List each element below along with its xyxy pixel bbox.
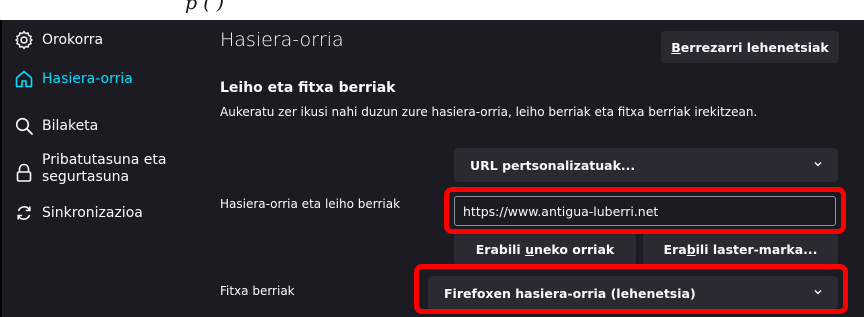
button-label: neko orriak: [533, 241, 615, 257]
sync-icon: [12, 201, 36, 225]
home-icon: [12, 67, 36, 91]
gear-icon: [12, 28, 36, 52]
preferences-window: Orokorra Hasiera-orria Bilaketa Pribatut…: [0, 20, 864, 317]
select-value: Firefoxen hasiera-orria (lehenetsia): [444, 285, 696, 301]
access-key: u: [525, 241, 534, 257]
homepage-mode-select[interactable]: URL pertsonalizatuak...: [454, 148, 838, 182]
top-strip-text: p ( ): [185, 0, 225, 14]
sidebar-item-label: Hasiera-orria: [42, 70, 133, 87]
button-label: errezarri lehenetsiak: [680, 39, 829, 55]
use-bookmark-button[interactable]: Erabili laster-marka...: [643, 233, 838, 265]
top-strip: p ( ): [0, 0, 864, 20]
homepage-label: Hasiera-orria eta leiho berriak: [220, 197, 401, 211]
page-title: Hasiera-orria: [220, 29, 344, 51]
sidebar-item-sync[interactable]: Sinkronizazioa: [12, 201, 143, 225]
restore-defaults-button[interactable]: Berrezarri lehenetsiak: [661, 31, 839, 63]
chevron-down-icon: [814, 162, 822, 167]
button-label: Era: [663, 241, 687, 257]
section-title: Leiho eta fitxa berriak: [220, 80, 396, 96]
section-description: Aukeratu zer ikusi nahi duzun zure hasie…: [220, 105, 758, 119]
chevron-down-icon: [814, 290, 822, 295]
sidebar-item-label: Orokorra: [42, 31, 104, 48]
sidebar-item-label: Sinkronizazioa: [42, 204, 143, 221]
homepage-url-input[interactable]: [454, 196, 836, 226]
sidebar-item-home[interactable]: Hasiera-orria: [12, 67, 133, 91]
button-label: ili laster-marka...: [695, 241, 818, 257]
sidebar-item-general[interactable]: Orokorra: [12, 28, 103, 52]
button-label: Erabili: [475, 241, 526, 257]
access-key: B: [671, 39, 681, 55]
sidebar: Orokorra Hasiera-orria Bilaketa Pribatut…: [2, 20, 192, 317]
use-current-pages-button[interactable]: Erabili uneko orriak: [454, 233, 636, 265]
select-value: URL pertsonalizatuak...: [470, 157, 636, 173]
lock-icon: [12, 161, 36, 185]
new-tabs-select[interactable]: Firefoxen hasiera-orria (lehenetsia): [428, 276, 838, 310]
sidebar-item-label: Pribatutasuna eta segurtasuna: [42, 152, 167, 185]
search-icon: [12, 114, 36, 138]
new-tabs-label: Fitxa berriak: [220, 284, 295, 298]
sidebar-item-label: Bilaketa: [42, 117, 99, 134]
access-key: b: [686, 241, 696, 257]
sidebar-item-search[interactable]: Bilaketa: [12, 114, 98, 138]
sidebar-item-privacy[interactable]: Pribatutasuna eta segurtasuna: [12, 152, 182, 186]
